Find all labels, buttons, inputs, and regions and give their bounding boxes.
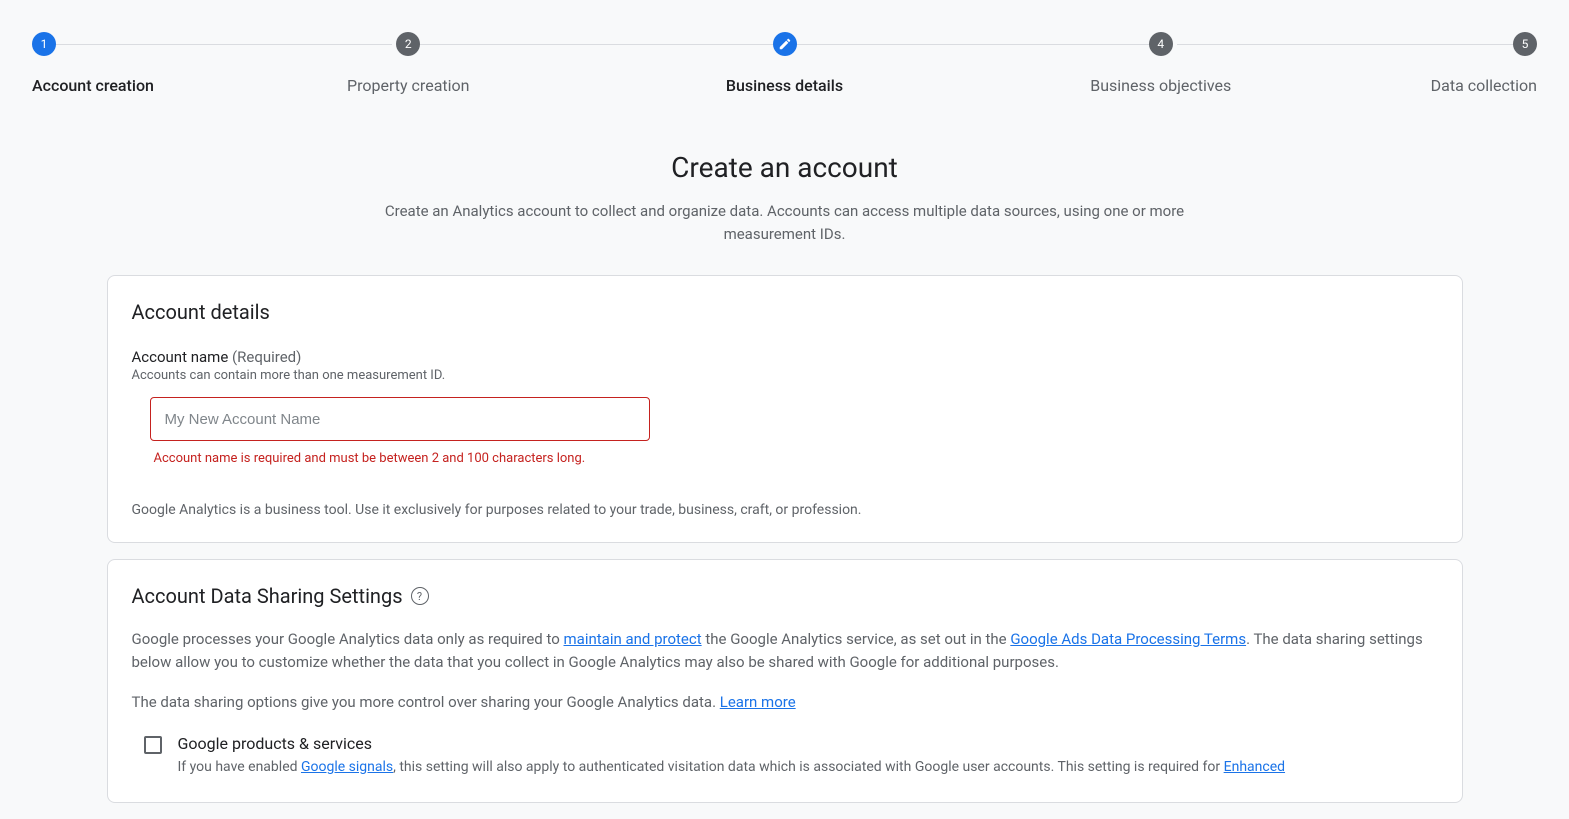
- step-label-data-collection: Data collection: [1431, 76, 1537, 95]
- step-business-objectives[interactable]: 4 Business objectives: [973, 32, 1349, 95]
- maintain-protect-link[interactable]: maintain and protect: [564, 630, 702, 648]
- data-sharing-card: Account Data Sharing Settings ? Google p…: [107, 559, 1463, 803]
- data-sharing-intro-1: Google processes your Google Analytics d…: [132, 628, 1438, 673]
- account-name-input[interactable]: [150, 397, 650, 441]
- data-sharing-title: Account Data Sharing Settings ?: [132, 584, 1438, 608]
- data-processing-terms-link[interactable]: Google Ads Data Processing Terms: [1010, 630, 1246, 648]
- account-details-card: Account details Account name (Required) …: [107, 275, 1463, 543]
- page-subtitle: Create an Analytics account to collect a…: [350, 200, 1220, 245]
- option-desc-google-products: If you have enabled Google signals, this…: [178, 757, 1438, 778]
- step-number-4: 4: [1149, 32, 1173, 56]
- step-label-property-creation: Property creation: [347, 76, 469, 95]
- step-number-2: 2: [396, 32, 420, 56]
- step-label-account-creation: Account creation: [32, 76, 154, 95]
- option-title-google-products: Google products & services: [178, 734, 1438, 753]
- option-google-products: Google products & services If you have e…: [132, 734, 1438, 778]
- enhanced-link[interactable]: Enhanced: [1224, 759, 1285, 775]
- pencil-icon: [773, 32, 797, 56]
- google-signals-link[interactable]: Google signals: [301, 759, 393, 775]
- account-name-label: Account name (Required): [132, 348, 1438, 366]
- step-data-collection[interactable]: 5 Data collection: [1349, 32, 1537, 95]
- account-info-text: Google Analytics is a business tool. Use…: [132, 502, 1438, 518]
- account-name-helper: Accounts can contain more than one measu…: [132, 368, 1438, 383]
- stepper: 1 Account creation 2 Property creation B…: [0, 0, 1569, 111]
- learn-more-link[interactable]: Learn more: [720, 693, 796, 711]
- data-sharing-intro-2: The data sharing options give you more c…: [132, 691, 1438, 714]
- step-label-business-objectives: Business objectives: [1090, 76, 1231, 95]
- account-details-title: Account details: [132, 300, 1438, 324]
- step-number-5: 5: [1513, 32, 1537, 56]
- step-account-creation[interactable]: 1 Account creation: [32, 32, 220, 95]
- step-number-1: 1: [32, 32, 56, 56]
- step-property-creation[interactable]: 2 Property creation: [220, 32, 596, 95]
- header-section: Create an account Create an Analytics ac…: [107, 111, 1463, 275]
- account-name-error: Account name is required and must be bet…: [154, 451, 1438, 466]
- checkbox-google-products[interactable]: [144, 736, 162, 754]
- step-label-business-details: Business details: [726, 76, 843, 95]
- step-business-details[interactable]: Business details: [596, 32, 972, 95]
- help-icon[interactable]: ?: [411, 587, 429, 605]
- page-title: Create an account: [107, 151, 1463, 184]
